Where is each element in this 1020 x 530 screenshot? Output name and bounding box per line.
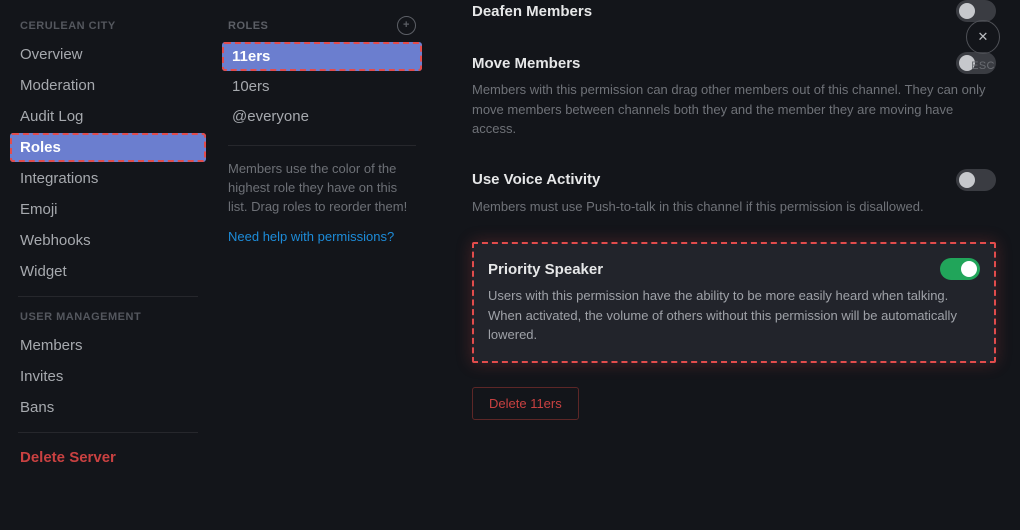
roles-header-label: ROLES	[228, 20, 268, 32]
sidebar-item-roles[interactable]: Roles	[10, 133, 206, 162]
sidebar-item-members[interactable]: Members	[10, 331, 206, 360]
sidebar-category-server: CERULEAN CITY	[10, 16, 206, 38]
close-button[interactable]: ✕	[966, 20, 1000, 54]
sidebar-item-delete-server[interactable]: Delete Server	[10, 443, 206, 472]
permission-use-voice-activity: Use Voice Activity Members must use Push…	[472, 157, 996, 235]
sidebar-item-widget[interactable]: Widget	[10, 257, 206, 286]
close-area: ✕ ESC	[966, 20, 1000, 72]
roles-divider	[228, 145, 416, 146]
permission-move-members: Move Members Members with this permissio…	[472, 40, 996, 157]
add-role-button[interactable]: +	[397, 16, 416, 35]
sidebar-item-overview[interactable]: Overview	[10, 40, 206, 69]
permission-title: Use Voice Activity	[472, 171, 600, 188]
toggle-knob	[959, 3, 975, 19]
server-settings-window: CERULEAN CITY Overview Moderation Audit …	[0, 0, 1020, 530]
permission-description: Members must use Push-to-talk in this ch…	[472, 197, 992, 217]
permission-toggle-priority-speaker[interactable]	[940, 258, 980, 280]
sidebar-item-webhooks[interactable]: Webhooks	[10, 226, 206, 255]
roles-help-text: Members use the color of the highest rol…	[222, 160, 422, 217]
roles-list-panel: ROLES + 11ers 10ers @everyone Members us…	[212, 0, 432, 530]
permission-description: Users with this permission have the abil…	[488, 286, 980, 345]
toggle-knob	[961, 261, 977, 277]
sidebar-item-audit-log[interactable]: Audit Log	[10, 102, 206, 131]
permission-title: Move Members	[472, 55, 580, 72]
sidebar-item-integrations[interactable]: Integrations	[10, 164, 206, 193]
sidebar-item-invites[interactable]: Invites	[10, 362, 206, 391]
permission-toggle-voice-activity[interactable]	[956, 169, 996, 191]
permission-toggle-deafen[interactable]	[956, 0, 996, 22]
role-item-11ers[interactable]: 11ers	[222, 42, 422, 71]
role-item-everyone[interactable]: @everyone	[222, 102, 422, 131]
close-icon: ✕	[978, 29, 989, 45]
settings-sidebar: CERULEAN CITY Overview Moderation Audit …	[0, 0, 212, 530]
sidebar-divider	[18, 432, 198, 433]
permission-title: Deafen Members	[472, 3, 592, 20]
sidebar-item-moderation[interactable]: Moderation	[10, 71, 206, 100]
delete-role-button[interactable]: Delete 11ers	[472, 387, 579, 420]
permission-deafen-members: Deafen Members	[472, 0, 996, 40]
sidebar-category-user-mgmt: USER MANAGEMENT	[10, 307, 206, 329]
close-esc-label: ESC	[971, 60, 995, 72]
sidebar-item-emoji[interactable]: Emoji	[10, 195, 206, 224]
permission-priority-speaker: Priority Speaker Users with this permiss…	[472, 242, 996, 363]
toggle-knob	[959, 172, 975, 188]
role-item-10ers[interactable]: 10ers	[222, 72, 422, 101]
permission-title: Priority Speaker	[488, 261, 603, 278]
roles-help-link[interactable]: Need help with permissions?	[222, 217, 422, 244]
plus-icon: +	[403, 20, 410, 31]
permission-description: Members with this permission can drag ot…	[472, 80, 992, 139]
sidebar-divider	[18, 296, 198, 297]
role-permissions-panel: Deafen Members Move Members Members with…	[432, 0, 1020, 530]
sidebar-item-bans[interactable]: Bans	[10, 393, 206, 422]
